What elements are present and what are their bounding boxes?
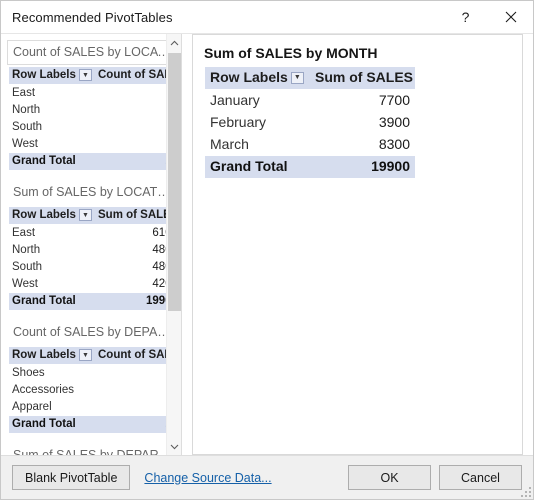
filter-dropdown-icon[interactable]: ▼ — [79, 69, 92, 81]
table-row: East 3 — [9, 85, 181, 103]
value-header: Sum of SALES — [310, 67, 415, 90]
list-scrollbar[interactable] — [166, 34, 181, 455]
question-mark-icon: ? — [462, 9, 470, 25]
blank-pivottable-button[interactable]: Blank PivotTable — [12, 465, 130, 490]
row-labels-header: Row Labels ▼ — [9, 347, 95, 365]
recommendation-preview-table: Row Labels ▼ Sum of SALES East 6100 — [9, 207, 181, 310]
row-label: South — [9, 119, 95, 136]
dialog-title: Recommended PivotTables — [12, 10, 443, 25]
grand-total-value: 19900 — [310, 156, 415, 178]
table-row: Shoes 4 — [9, 365, 181, 383]
row-value: 3900 — [310, 112, 415, 134]
recommendation-item-1[interactable]: Sum of SALES by LOCATION Row Labels ▼ — [1, 180, 181, 310]
grand-total-label: Grand Total — [9, 293, 95, 310]
grand-total-label: Grand Total — [9, 416, 95, 433]
row-label: March — [205, 134, 310, 156]
table-row: March 8300 — [205, 134, 415, 156]
grand-total-row: Grand Total 12 — [9, 153, 181, 170]
table-row: West 4200 — [9, 276, 181, 293]
table-row: January 7700 — [205, 90, 415, 113]
grand-total-row: Grand Total 19900 — [9, 293, 181, 310]
table-row: South 4800 — [9, 259, 181, 276]
scrollbar-thumb[interactable] — [168, 53, 181, 311]
table-row: February 3900 — [205, 112, 415, 134]
grand-total-label: Grand Total — [9, 153, 95, 170]
row-label: East — [9, 225, 95, 243]
table-row: North 4800 — [9, 242, 181, 259]
row-label: East — [9, 85, 95, 103]
row-label: West — [9, 136, 95, 153]
row-label: Shoes — [9, 365, 95, 383]
dialog-body: Count of SALES by LOCATION Row Labels ▼ — [1, 34, 533, 455]
preview-table: Row Labels ▼ Sum of SALES January 7700 F… — [205, 67, 415, 178]
table-row: North 3 — [9, 102, 181, 119]
grand-total-row: Grand Total 19900 — [205, 156, 415, 178]
table-row: Accessories 4 — [9, 382, 181, 399]
row-labels-header: Row Labels ▼ — [9, 207, 95, 225]
row-value: 7700 — [310, 90, 415, 113]
preview-pane: Sum of SALES by MONTH Row Labels ▼ Sum o… — [192, 34, 523, 455]
scroll-down-button[interactable] — [167, 438, 181, 455]
recommendation-preview-table: Row Labels ▼ Count of SALES East 3 — [9, 67, 181, 170]
preview-title: Sum of SALES by MONTH — [193, 35, 522, 67]
scroll-up-button[interactable] — [167, 34, 181, 51]
recommendation-title: Count of SALES by DEPAR... — [7, 320, 177, 345]
grand-total-label: Grand Total — [205, 156, 310, 178]
filter-dropdown-icon[interactable]: ▼ — [79, 209, 92, 221]
row-label: February — [205, 112, 310, 134]
row-labels-text: Row Labels — [12, 68, 76, 82]
row-label: West — [9, 276, 95, 293]
dialog-footer: Blank PivotTable Change Source Data... O… — [1, 455, 533, 499]
recommendation-item-2[interactable]: Count of SALES by DEPAR... Row Labels ▼ — [1, 320, 181, 433]
row-label: Apparel — [9, 399, 95, 416]
recommendations-list-pane[interactable]: Count of SALES by LOCATION Row Labels ▼ — [1, 34, 182, 455]
row-labels-text: Row Labels — [12, 208, 76, 222]
table-header-row: Row Labels ▼ Sum of SALES — [205, 67, 415, 90]
recommendation-title: Count of SALES by LOCATION — [7, 40, 177, 65]
row-labels-header: Row Labels ▼ — [205, 67, 310, 90]
row-value: 8300 — [310, 134, 415, 156]
recommendation-preview-table: Row Labels ▼ Count of SALES Shoes 4 — [9, 347, 181, 433]
resize-grip[interactable] — [520, 486, 531, 497]
row-labels-text: Row Labels — [210, 68, 288, 87]
table-row: West 3 — [9, 136, 181, 153]
row-label: Accessories — [9, 382, 95, 399]
table-header-row: Row Labels ▼ Count of SALES — [9, 347, 181, 365]
recommendations-list: Count of SALES by LOCATION Row Labels ▼ — [1, 34, 181, 455]
recommendation-title: Sum of SALES by DEPARTMENT — [7, 443, 177, 455]
table-row: Apparel 4 — [9, 399, 181, 416]
row-label: January — [205, 90, 310, 113]
ok-button[interactable]: OK — [348, 465, 431, 490]
table-row: South 3 — [9, 119, 181, 136]
filter-dropdown-icon[interactable]: ▼ — [79, 349, 92, 361]
row-labels-text: Row Labels — [12, 348, 76, 362]
table-header-row: Row Labels ▼ Count of SALES — [9, 67, 181, 85]
close-button[interactable] — [488, 1, 533, 33]
filter-dropdown-icon[interactable]: ▼ — [291, 72, 304, 84]
row-label: North — [9, 102, 95, 119]
chevron-down-icon — [170, 444, 179, 450]
title-bar: Recommended PivotTables ? — [1, 1, 533, 34]
table-header-row: Row Labels ▼ Sum of SALES — [9, 207, 181, 225]
row-label: North — [9, 242, 95, 259]
row-labels-header: Row Labels ▼ — [9, 67, 95, 85]
cancel-button[interactable]: Cancel — [439, 465, 522, 490]
grand-total-row: Grand Total 12 — [9, 416, 181, 433]
table-row: East 6100 — [9, 225, 181, 243]
recommendation-item-0[interactable]: Count of SALES by LOCATION Row Labels ▼ — [1, 40, 181, 170]
close-icon — [505, 11, 517, 23]
help-button[interactable]: ? — [443, 1, 488, 33]
recommended-pivottables-dialog: Recommended PivotTables ? Count of SALES… — [0, 0, 534, 500]
chevron-up-icon — [170, 40, 179, 46]
recommendation-title: Sum of SALES by LOCATION — [7, 180, 177, 205]
recommendation-item-3[interactable]: Sum of SALES by DEPARTMENT Row Labels ▼ — [1, 443, 181, 455]
row-label: South — [9, 259, 95, 276]
change-source-data-link[interactable]: Change Source Data... — [144, 471, 271, 485]
